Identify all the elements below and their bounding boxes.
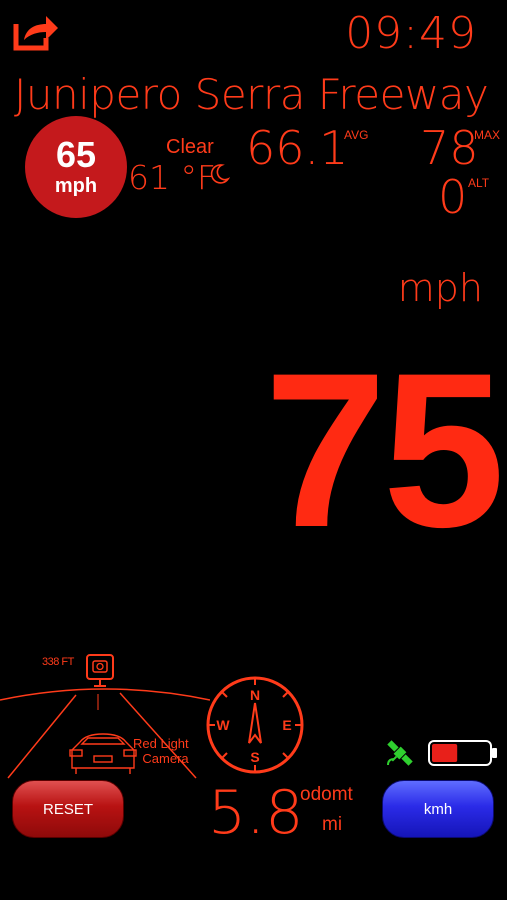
- odometer-unit: mi: [322, 814, 343, 835]
- satellite-icon: [387, 740, 413, 766]
- speed-limit-badge: 65 mph: [25, 116, 127, 218]
- battery-icon: [428, 740, 497, 766]
- road-name: Junipero Serra Freeway: [14, 70, 489, 119]
- altitude-value: 0: [438, 170, 468, 224]
- traffic-camera-icon: [86, 654, 114, 687]
- average-speed-label: AVG: [344, 128, 369, 142]
- max-speed-value: 78: [420, 121, 479, 175]
- compass-west: W: [216, 717, 230, 733]
- moon-icon: [210, 164, 230, 184]
- average-speed-value: 66.1: [246, 121, 349, 175]
- units-toggle-button[interactable]: kmh: [382, 780, 494, 838]
- share-icon: [13, 16, 58, 51]
- car-icon: [69, 733, 137, 774]
- odometer-value: 5.8: [208, 778, 304, 848]
- altitude-label: ALT: [468, 176, 490, 190]
- reset-button[interactable]: RESET: [12, 780, 124, 838]
- speed-limit-value: 65: [55, 134, 97, 175]
- odometer-label: odomt: [300, 784, 353, 805]
- compass-needle: [248, 702, 262, 744]
- camera-label: Red Light Camera: [133, 736, 189, 766]
- current-speed: 75: [264, 327, 505, 573]
- weather-temperature: 61 °F: [128, 158, 216, 197]
- camera-label-line2: Camera: [142, 751, 189, 766]
- clock: 09:49: [345, 8, 477, 59]
- camera-distance: 338 FT: [42, 656, 74, 668]
- max-speed-label: MAX: [474, 128, 501, 142]
- speed-unit: mph: [397, 266, 483, 310]
- compass-north: N: [250, 687, 260, 703]
- share-button[interactable]: [12, 10, 62, 54]
- speed-limit-unit: mph: [54, 175, 98, 197]
- compass-east: E: [282, 717, 291, 733]
- battery-level: [432, 744, 458, 762]
- camera-label-line1: Red Light: [133, 736, 189, 751]
- compass: N S E W: [206, 676, 304, 774]
- compass-south: S: [250, 749, 259, 765]
- weather-condition: Clear: [166, 136, 214, 158]
